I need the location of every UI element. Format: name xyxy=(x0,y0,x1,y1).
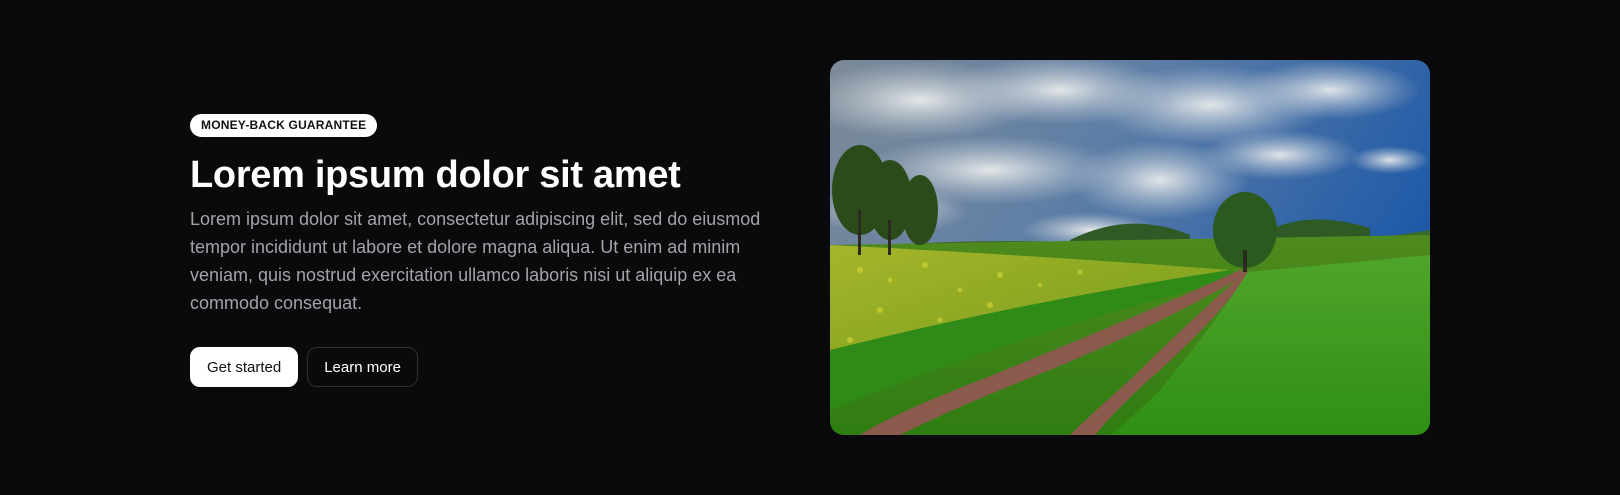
hero-landscape-image xyxy=(830,60,1430,435)
hero-description: Lorem ipsum dolor sit amet, consectetur … xyxy=(190,209,761,313)
hero-content: MONEY-BACK GUARANTEE Lorem ipsum dolor s… xyxy=(190,114,790,387)
hero-title: Lorem ipsum dolor sit amet xyxy=(190,154,681,196)
hero-actions: Get started Learn more xyxy=(190,347,790,387)
guarantee-badge: MONEY-BACK GUARANTEE xyxy=(190,114,378,137)
hero-section: MONEY-BACK GUARANTEE Lorem ipsum dolor s… xyxy=(0,0,1620,495)
get-started-button[interactable]: Get started xyxy=(190,347,299,387)
learn-more-button[interactable]: Learn more xyxy=(307,347,418,387)
